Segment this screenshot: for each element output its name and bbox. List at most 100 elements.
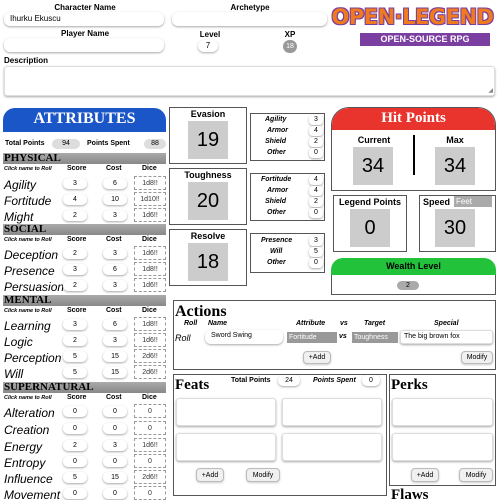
score-learning[interactable]: 3 <box>63 319 87 330</box>
score-creation[interactable]: 0 <box>63 423 87 434</box>
evasion-value: 19 <box>188 121 228 159</box>
feat-slot-1[interactable] <box>176 398 276 426</box>
legend-points-label: Legend Points <box>338 197 401 207</box>
wealth-level-value[interactable]: 2 <box>397 281 419 290</box>
attr-creation[interactable]: Creation <box>4 423 49 437</box>
perk-slot-1[interactable] <box>392 398 493 426</box>
toughness-other-value[interactable]: 0 <box>309 208 323 218</box>
hp-current-value[interactable]: 34 <box>353 147 393 185</box>
archetype-field[interactable] <box>172 12 327 26</box>
action-roll-button[interactable]: Roll <box>175 333 191 343</box>
speed-unit-select[interactable]: Feet <box>454 196 492 207</box>
attr-might[interactable]: Might <box>4 210 33 224</box>
cost-energy: 3 <box>103 440 127 451</box>
cost-presence: 6 <box>103 264 127 275</box>
score-fortitude[interactable]: 4 <box>63 194 87 205</box>
cost-logic: 3 <box>103 335 127 346</box>
attr-alteration[interactable]: Alteration <box>4 406 55 420</box>
attr-learning[interactable]: Learning <box>4 319 51 333</box>
evasion-shield-label: Shield <box>265 138 287 145</box>
score-movement[interactable]: 0 <box>63 488 87 499</box>
score-deception[interactable]: 2 <box>63 248 87 259</box>
speed-value[interactable]: 30 <box>435 209 475 247</box>
attr-logic[interactable]: Logic <box>4 335 33 349</box>
col-cost: Cost <box>106 236 122 243</box>
feat-slot-4[interactable] <box>282 433 382 461</box>
actions-add-button[interactable]: +Add <box>303 351 331 364</box>
evasion-shield-value[interactable]: 2 <box>309 137 323 147</box>
total-points-label: Total Points <box>5 140 45 147</box>
cost-will: 15 <box>103 367 127 378</box>
attr-perception[interactable]: Perception <box>4 351 61 365</box>
score-might[interactable]: 2 <box>63 210 87 221</box>
score-influence[interactable]: 5 <box>63 472 87 483</box>
toughness-armor-label: Armor <box>267 187 289 194</box>
evasion-other-value[interactable]: 0 <box>309 148 323 158</box>
cost-entropy: 0 <box>103 456 127 467</box>
score-agility[interactable]: 3 <box>63 178 87 189</box>
resolve-other-value[interactable]: 0 <box>309 258 323 268</box>
attr-agility[interactable]: Agility <box>4 178 36 192</box>
feats-modify-button[interactable]: Modify <box>246 468 280 482</box>
col-score: Score <box>67 307 87 314</box>
attr-movement[interactable]: Movement <box>4 488 60 500</box>
score-persuasion[interactable]: 2 <box>63 280 87 291</box>
evasion-agility-value[interactable]: 3 <box>309 115 323 125</box>
score-perception[interactable]: 5 <box>63 351 87 362</box>
evasion-label: Evasion <box>190 109 226 119</box>
feats-add-button[interactable]: +Add <box>196 468 224 482</box>
perks-add-button[interactable]: +Add <box>411 468 439 482</box>
action-special-field[interactable]: The big brown fox <box>400 330 493 344</box>
resize-handle-icon[interactable]: ◢ <box>488 87 493 94</box>
click-hint: Click name to Roll <box>4 166 52 172</box>
legend-points-value[interactable]: 0 <box>350 209 390 247</box>
action-target-select[interactable]: Toughness <box>352 332 398 343</box>
points-spent-value[interactable]: 88 <box>144 139 166 149</box>
cost-perception: 15 <box>103 351 127 362</box>
col-score: Score <box>67 394 87 401</box>
toughness-fortitude-value[interactable]: 4 <box>309 175 323 185</box>
level-field[interactable]: 7 <box>198 40 218 52</box>
toughness-armor-value[interactable]: 4 <box>309 186 323 196</box>
dice-energy: 1d6!! <box>134 438 166 452</box>
evasion-armor-value[interactable]: 4 <box>309 126 323 136</box>
score-logic[interactable]: 2 <box>63 335 87 346</box>
col-score: Score <box>67 165 87 172</box>
resolve-will-value[interactable]: 5 <box>309 247 323 257</box>
attr-presence[interactable]: Presence <box>4 264 55 278</box>
perk-slot-2[interactable] <box>392 433 493 461</box>
score-alteration[interactable]: 0 <box>63 406 87 417</box>
score-will[interactable]: 5 <box>63 367 87 378</box>
feats-total-points-value[interactable]: 24 <box>278 375 300 386</box>
attr-deception[interactable]: Deception <box>4 248 58 262</box>
attr-will[interactable]: Will <box>4 367 23 381</box>
feat-slot-3[interactable] <box>176 433 276 461</box>
attr-entropy[interactable]: Entropy <box>4 456 45 470</box>
section-mental: MENTAL <box>3 295 166 306</box>
total-points-value[interactable]: 94 <box>52 139 80 149</box>
character-name-field[interactable]: Ihurku Ekuscu <box>4 12 164 26</box>
resolve-presence-value[interactable]: 3 <box>309 236 323 246</box>
actions-modify-button[interactable]: Modify <box>461 351 493 364</box>
player-name-field[interactable] <box>4 38 164 52</box>
points-spent-label: Points Spent <box>87 140 130 147</box>
score-entropy[interactable]: 0 <box>63 456 87 467</box>
attr-fortitude[interactable]: Fortitude <box>4 194 51 208</box>
flaws-title: Flaws <box>391 487 429 500</box>
feat-slot-2[interactable] <box>282 398 382 426</box>
action-attribute-select[interactable]: Fortitude <box>287 332 337 343</box>
resolve-label: Resolve <box>190 231 226 241</box>
score-presence[interactable]: 3 <box>63 264 87 275</box>
xp-value[interactable]: 18 <box>283 40 297 53</box>
attr-energy[interactable]: Energy <box>4 440 42 454</box>
attr-persuasion[interactable]: Persuasion <box>4 280 64 294</box>
xp-label: XP <box>284 30 296 39</box>
toughness-shield-value[interactable]: 2 <box>309 197 323 207</box>
score-energy[interactable]: 2 <box>63 440 87 451</box>
description-field[interactable]: ◢ <box>4 66 495 96</box>
perks-modify-button[interactable]: Modify <box>459 468 493 482</box>
hp-divider <box>413 135 415 175</box>
action-name-field[interactable]: Sword Swing <box>205 330 283 344</box>
attr-influence[interactable]: Influence <box>4 472 53 486</box>
toughness-label: Toughness <box>184 170 232 180</box>
